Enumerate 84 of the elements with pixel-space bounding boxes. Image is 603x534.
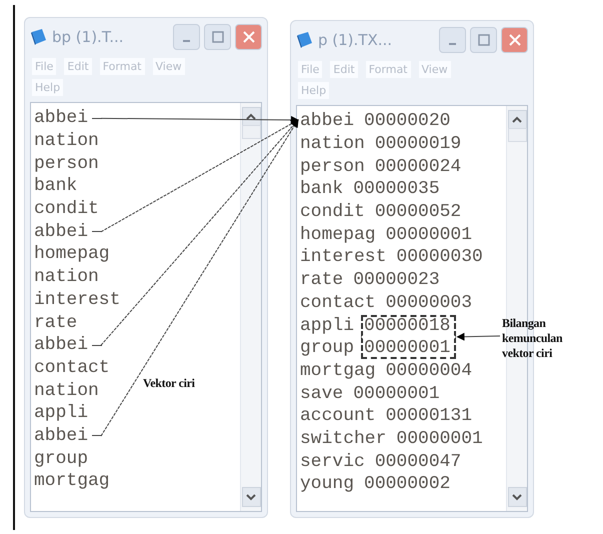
menu-item[interactable]: Edit [64,58,92,75]
scrollbar[interactable] [240,103,261,511]
arrow [456,332,500,341]
menu-item[interactable]: View [418,61,451,78]
text-line: homepag [34,244,110,264]
menu-item[interactable]: Help [298,82,330,99]
text-line: condit [34,199,99,220]
scroll-thumb[interactable] [242,125,260,139]
count-value: 00000020 [363,110,452,132]
count-value: 00000052 [374,201,462,224]
scroll-thumb[interactable] [508,128,526,142]
text-line: rate [300,270,344,290]
menu-item[interactable]: Format [100,58,144,75]
text-line: appli [34,403,88,424]
close-button[interactable] [501,27,528,53]
text-line: mortgag [300,360,376,381]
menu-item[interactable]: Format [366,61,410,78]
text-line: contact [34,358,110,378]
text-line: appli [300,316,354,336]
count-value: 00000035 [352,178,441,200]
text-line: condit [300,202,365,222]
menu-item[interactable]: View [152,58,185,75]
text-line: person [34,154,99,174]
count-value: 00000047 [374,450,462,473]
text-line: account [300,406,376,426]
count-value: 00000030 [395,246,484,268]
maximize-icon [212,31,224,43]
text-line: save [300,384,344,404]
text-line: interest [34,290,120,310]
count-value: 00000004 [384,360,474,382]
count-value: 00000002 [363,473,452,496]
scroll-down-icon[interactable] [242,487,260,507]
minimize-icon [449,43,456,45]
text-line: mortgag [34,471,110,492]
count-value: 00000131 [384,405,474,428]
notepad-icon [30,28,48,46]
text-line: nation [34,267,99,288]
text-line: nation [34,131,99,152]
menu-item[interactable]: Help [32,79,64,96]
text-line: servic [300,452,365,472]
text-line: bank [300,179,344,200]
text-line: homepag [300,224,376,245]
text-line: group [300,338,354,358]
text-line: bank [34,176,78,196]
minimize-icon [183,40,190,42]
count-value: 00000001 [395,428,484,450]
count-value: 00000023 [352,269,441,292]
window-title: bp (1).T... [52,28,125,46]
text-line: abbei [34,222,88,242]
notepad-icon [296,31,314,49]
annotation-label: Vektor ciri [143,376,195,391]
text-line: contact [300,292,376,313]
text-line: nation [34,380,99,401]
text-line: nation [300,134,365,154]
close-icon [242,31,254,43]
text-line: abbei [34,335,88,356]
menu-item[interactable]: File [32,58,56,75]
count-value: 00000001 [384,224,474,246]
text-line: switcher [300,428,386,449]
text-line: rate [34,312,78,333]
text-line: young [300,474,354,494]
text-line: person [300,156,365,177]
maximize-button[interactable] [204,24,231,50]
count-value: 00000001 [361,337,456,360]
text-line: group [34,448,88,469]
maximize-icon [478,34,490,46]
text-line: interest [300,247,386,268]
maximize-button[interactable] [470,27,497,53]
scroll-up-icon[interactable] [508,110,526,130]
text-line: abbei [34,108,88,128]
count-value: 00000019 [374,133,462,156]
menu-item[interactable]: Edit [330,61,358,78]
text-line: abbei [300,111,354,132]
count-value: 00000001 [352,382,441,405]
count-value: 00000024 [374,156,462,178]
text-line: abbei [34,426,88,446]
count-value: 00000018 [361,314,456,337]
count-value: 00000003 [384,292,474,314]
close-icon [508,34,520,46]
scroll-down-icon[interactable] [508,487,526,507]
annotation-label: Bilangan kemunculan vektor ciri [502,316,564,361]
window-title: p (1).TX... [318,31,394,49]
menu-item[interactable]: File [298,61,322,78]
close-button[interactable] [235,24,262,50]
